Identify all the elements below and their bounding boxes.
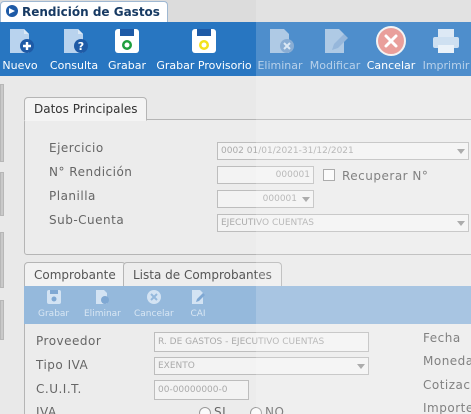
chevron-down-icon (302, 197, 310, 202)
iva-si-radio[interactable] (199, 407, 211, 414)
comprobante-cai-button[interactable]: CAI (190, 289, 206, 319)
comprobante-grabar-button[interactable]: Grabar (38, 289, 69, 319)
comprobante-cai-label: CAI (190, 309, 206, 319)
edit-document-icon (190, 289, 206, 308)
new-document-icon (5, 22, 35, 60)
recuperar-checkbox[interactable] (323, 169, 335, 181)
window-title: Rendición de Gastos (22, 5, 160, 19)
ejercicio-label: Ejercicio (49, 141, 104, 155)
importe-label: Importe (423, 401, 471, 414)
left-panel-edge (0, 232, 4, 288)
moneda-label: Moneda (423, 354, 471, 368)
tab-comprobante[interactable]: Comprobante (24, 262, 126, 286)
save-draft-icon (189, 22, 219, 60)
comprobante-toolbar: Grabar Eliminar Cancelar CAI (24, 286, 471, 324)
chevron-down-icon (357, 364, 365, 369)
left-panel-edge (0, 84, 4, 162)
iva-si-label: SI (214, 405, 227, 414)
app-logo-icon (5, 4, 22, 21)
cuit-field[interactable]: 00-00000000-0 (154, 380, 249, 400)
grabar-provisorio-button[interactable]: Grabar Provisorio (156, 22, 252, 76)
eliminar-button[interactable]: Eliminar (257, 22, 303, 76)
rendicion-label: N° Rendición (49, 165, 133, 179)
subcuenta-value: EJECUTIVO CUENTAS (221, 218, 314, 228)
ejercicio-select[interactable]: 0002 01/01/2021-31/12/2021 (217, 142, 469, 160)
cuit-label: C.U.I.T. (36, 382, 82, 396)
delete-document-icon (265, 22, 295, 60)
chevron-down-icon (457, 149, 465, 154)
edit-document-icon (320, 22, 350, 60)
comprobante-eliminar-label: Eliminar (84, 309, 121, 319)
ejercicio-value: 0002 01/01/2021-31/12/2021 (221, 146, 354, 156)
cancel-icon (146, 289, 162, 308)
rendicion-field[interactable]: 000001 (217, 166, 314, 184)
planilla-select[interactable]: 000001 (217, 190, 314, 208)
modificar-button[interactable]: Modificar (309, 22, 361, 76)
cancel-icon (375, 22, 407, 60)
iva-no-label: NO (265, 405, 285, 414)
tab-lista-comprobantes[interactable]: Lista de Comprobantes (123, 262, 282, 286)
tab-label: Lista de Comprobantes (133, 267, 272, 282)
comprobante-grabar-label: Grabar (38, 309, 70, 319)
new-button[interactable]: Nuevo (0, 22, 40, 76)
tipo-iva-value: EXENTO (158, 361, 195, 371)
left-panel-edge (0, 172, 4, 216)
planilla-label: Planilla (49, 189, 96, 203)
window-tab[interactable]: Rendición de Gastos (0, 1, 168, 22)
delete-document-icon (94, 289, 110, 308)
datos-principales-panel (24, 119, 471, 255)
tipo-iva-select[interactable]: EXENTO (154, 357, 369, 375)
save-icon (112, 22, 142, 60)
grabar-button[interactable]: Grabar (106, 22, 148, 76)
save-icon (46, 289, 62, 308)
rendicion-value: 000001 (275, 170, 310, 180)
planilla-value: 000001 (262, 194, 297, 204)
imprimir-button[interactable]: Imprimir (421, 22, 471, 76)
recuperar-label: Recuperar N° (342, 169, 429, 183)
tab-datos-principales[interactable]: Datos Principales (24, 97, 148, 121)
proveedor-value: R. DE GASTOS - EJECUTIVO CUENTAS (158, 337, 325, 347)
cotizacion-label: Cotización (423, 378, 471, 392)
proveedor-label: Proveedor (36, 334, 102, 348)
comprobante-eliminar-button[interactable]: Eliminar (84, 289, 121, 319)
tab-label: Comprobante (34, 267, 116, 282)
left-panel-edge (0, 300, 4, 340)
fecha-label: Fecha (423, 331, 461, 345)
subcuenta-label: Sub-Cuenta (49, 213, 125, 227)
tipo-iva-label: Tipo IVA (36, 358, 89, 372)
iva-no-radio[interactable] (250, 407, 262, 414)
chevron-down-icon (457, 221, 465, 226)
comprobante-tab-strip: Comprobante Lista de Comprobantes (24, 262, 471, 286)
cuit-value: 00-00000000-0 (158, 385, 228, 395)
svg-text:?: ? (78, 40, 84, 53)
consulta-button[interactable]: ? Consulta (50, 22, 98, 76)
cancelar-button[interactable]: Cancelar (367, 22, 415, 76)
proveedor-field[interactable]: R. DE GASTOS - EJECUTIVO CUENTAS (154, 332, 369, 352)
main-toolbar: Nuevo ? Consulta Grabar Grabar Provisori… (0, 22, 471, 76)
comprobante-cancelar-label: Cancelar (134, 309, 174, 319)
query-document-icon: ? (59, 22, 89, 60)
subcuenta-select[interactable]: EJECUTIVO CUENTAS (217, 214, 469, 232)
printer-icon (430, 22, 462, 60)
tab-label: Datos Principales (34, 102, 138, 116)
comprobante-cancelar-button[interactable]: Cancelar (134, 289, 174, 319)
iva-label: IVA (36, 405, 57, 414)
